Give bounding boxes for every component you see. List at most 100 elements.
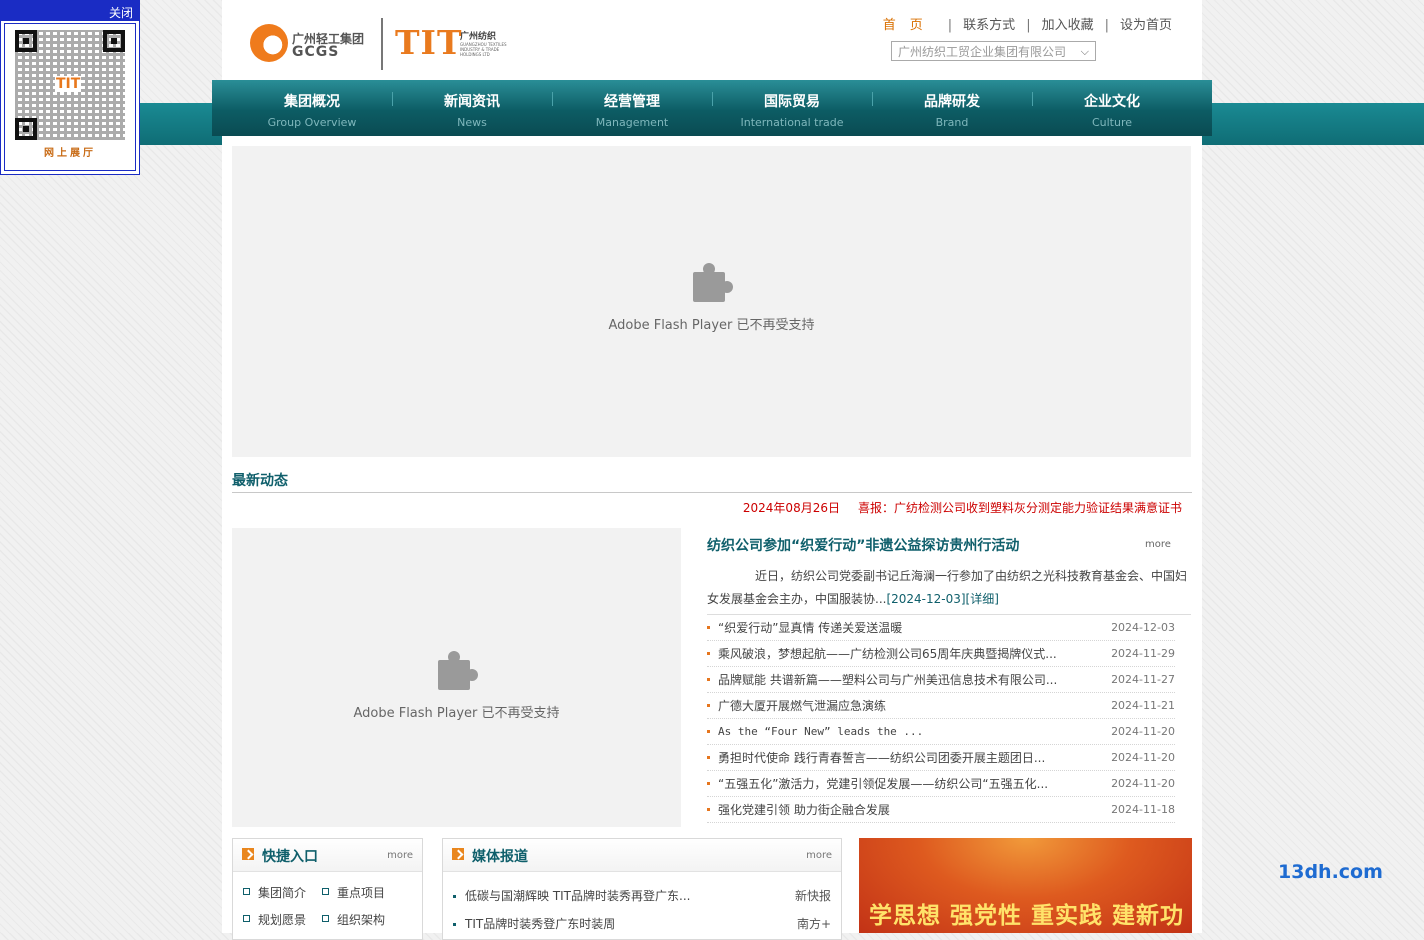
media-item[interactable]: 低碳与国潮辉映 TIT品牌时装秀再登广东... 新快报 bbox=[453, 887, 831, 904]
featured-more-link[interactable]: more bbox=[1145, 539, 1171, 550]
main-flash-banner: Adobe Flash Player 已不再受支持 bbox=[232, 146, 1191, 457]
gcgs-logo[interactable]: 广州轻工集团 GCGS bbox=[250, 24, 368, 66]
nav-item-culture[interactable]: 企业文化 Culture bbox=[1032, 80, 1192, 136]
flash-unsupported-message: Adobe Flash Player 已不再受支持 bbox=[608, 318, 815, 333]
ticker-date: 2024年08月26日 bbox=[742, 501, 840, 515]
chevron-down-icon: ⌵ bbox=[1080, 45, 1089, 58]
quick-entry-more-link[interactable]: more bbox=[387, 850, 413, 861]
news-title: 品牌赋能 共谱新篇——塑料公司与广州美迅信息技术有限公司... bbox=[718, 673, 1058, 687]
nav-item-news[interactable]: 新闻资讯 News bbox=[392, 80, 552, 136]
quick-link-label: 集团简介 bbox=[258, 886, 307, 900]
tit-logo[interactable]: TIT 广州纺织 GUANGZHOU TEXTILES INDUSTRY & T… bbox=[395, 23, 515, 65]
featured-news-title[interactable]: 纺织公司参加“织爱行动”非遗公益探访贵州行活动 bbox=[707, 535, 1019, 555]
latest-news-heading: 最新动态 bbox=[232, 473, 288, 489]
qr-panel-body[interactable]: TIT 网上展厅 bbox=[4, 23, 136, 171]
quick-link-org-structure[interactable]: 组织架构 bbox=[322, 911, 385, 928]
arrow-box-icon bbox=[242, 848, 254, 860]
media-title: TIT品牌时装秀登广东时装周 bbox=[465, 917, 616, 931]
bullet bbox=[453, 895, 456, 898]
quick-entry-title: 快捷入口 bbox=[262, 849, 318, 865]
qr-center-logo: TIT bbox=[55, 76, 82, 92]
media-source: 南方+ bbox=[796, 917, 831, 931]
bullet bbox=[707, 756, 710, 759]
news-title: “五强五化”激活力，党建引领促发展——纺织公司“五强五化... bbox=[718, 777, 1049, 791]
news-list-item[interactable]: 乘风破浪，梦想起航——广纺检测公司65周年庆典暨揭牌仪式... 2024-11-2… bbox=[707, 641, 1175, 667]
banner-slogan: 学思想 强党性 重实践 建新功 bbox=[869, 903, 1185, 929]
flash-unsupported-message: Adobe Flash Player 已不再受支持 bbox=[353, 706, 560, 721]
media-item[interactable]: TIT品牌时装秀登广东时装周 南方+ bbox=[453, 915, 831, 932]
nav-label-en: International trade bbox=[740, 116, 844, 129]
bullet bbox=[707, 652, 710, 655]
favorite-link[interactable]: 加入收藏 bbox=[1042, 18, 1094, 33]
nav-label-en: Management bbox=[595, 116, 669, 129]
news-title: 勇担时代使命 践行青春誓言——纺织公司团委开展主题团日... bbox=[718, 751, 1046, 765]
quick-link-vision[interactable]: 规划愿景 bbox=[243, 911, 306, 928]
media-title: 低碳与国潮辉映 TIT品牌时装秀再登广东... bbox=[465, 889, 691, 903]
online-showroom-caption: 网上展厅 bbox=[44, 148, 96, 159]
main-nav: 集团概况 Group Overview 新闻资讯 News 经营管理 Manag… bbox=[212, 80, 1212, 136]
news-date: 2024-11-20 bbox=[1111, 725, 1175, 738]
media-source: 新快报 bbox=[794, 889, 831, 903]
featured-detail-link[interactable]: [2024-12-03][详细] bbox=[886, 592, 998, 606]
news-date: 2024-11-21 bbox=[1111, 699, 1175, 712]
news-title: 强化党建引领 助力街企融合发展 bbox=[718, 803, 890, 817]
nav-item-group-overview[interactable]: 集团概况 Group Overview bbox=[232, 80, 392, 136]
bullet bbox=[707, 678, 710, 681]
gcgs-logo-en: GCGS bbox=[292, 44, 340, 60]
quick-link-label: 组织架构 bbox=[337, 913, 386, 927]
quick-link-key-projects[interactable]: 重点项目 bbox=[322, 884, 385, 901]
tit-logo-cn: 广州纺织 bbox=[460, 32, 497, 42]
qr-finder bbox=[15, 118, 37, 140]
puzzle-icon bbox=[436, 650, 478, 692]
quick-entry-header: 快捷入口 more bbox=[233, 839, 422, 872]
nav-label-en: Culture bbox=[1091, 116, 1133, 129]
home-link[interactable]: 首页 bbox=[883, 18, 937, 33]
quick-link-label: 重点项目 bbox=[337, 886, 386, 900]
link-separator: | bbox=[1104, 18, 1109, 33]
watermark: 13dh.com bbox=[1278, 861, 1383, 883]
company-select[interactable]: 广州纺织工贸企业集团有限公司 ⌵ bbox=[891, 41, 1096, 61]
square-bullet-icon bbox=[322, 888, 329, 895]
news-list-item[interactable]: 广德大厦开展燃气泄漏应急演练 2024-11-21 bbox=[707, 693, 1175, 719]
party-study-banner[interactable]: 学思想 强党性 重实践 建新功 bbox=[859, 838, 1192, 933]
nav-item-management[interactable]: 经营管理 Management bbox=[552, 80, 712, 136]
qr-finder bbox=[15, 30, 37, 52]
quick-link-company-profile[interactable]: 集团简介 bbox=[243, 884, 306, 901]
news-list-item[interactable]: “五强五化”激活力，党建引领促发展——纺织公司“五强五化... 2024-11-2… bbox=[707, 771, 1175, 797]
gcgs-swirl-icon bbox=[250, 24, 288, 62]
contact-link[interactable]: 联系方式 bbox=[963, 18, 1015, 33]
bullet bbox=[707, 626, 710, 629]
nav-label-cn: 品牌研发 bbox=[924, 94, 980, 110]
arrow-box-icon bbox=[452, 848, 464, 860]
news-list-item[interactable]: “织爱行动”显真情 传递关爱送温暖 2024-12-03 bbox=[707, 615, 1175, 641]
set-homepage-link[interactable]: 设为首页 bbox=[1120, 18, 1172, 33]
bullet bbox=[707, 730, 710, 733]
news-title: 乘风破浪，梦想起航——广纺检测公司65周年庆典暨揭牌仪式... bbox=[718, 647, 1057, 661]
nav-item-brand[interactable]: 品牌研发 Brand bbox=[872, 80, 1032, 136]
news-date: 2024-12-03 bbox=[1111, 621, 1175, 634]
ticker-text: 喜报：广纺检测公司收到塑料灰分测定能力验证结果满意证书 bbox=[857, 501, 1182, 515]
nav-label-en: Group Overview bbox=[267, 116, 357, 129]
news-list-item[interactable]: 品牌赋能 共谱新篇——塑料公司与广州美迅信息技术有限公司... 2024-11-2… bbox=[707, 667, 1175, 693]
news-list-item[interactable]: As the “Four New” leads the ... 2024-11-2… bbox=[707, 719, 1175, 745]
puzzle-icon bbox=[691, 262, 733, 304]
news-title: “织爱行动”显真情 传递关爱送温暖 bbox=[718, 621, 903, 635]
featured-news-summary: 近日，纺织公司党委副书记丘海澜一行参加了由纺织之光科技教育基金会、中国妇女发展基… bbox=[707, 565, 1191, 611]
bullet bbox=[453, 923, 456, 926]
qr-code-image: TIT bbox=[15, 30, 125, 140]
news-flash-slideshow: Adobe Flash Player 已不再受支持 bbox=[232, 528, 681, 827]
logo-divider bbox=[381, 18, 383, 70]
news-ticker[interactable]: 2024年08月26日 喜报：广纺检测公司收到塑料灰分测定能力验证结果满意证书 bbox=[743, 499, 1182, 516]
news-list-item[interactable]: 强化党建引领 助力街企融合发展 2024-11-18 bbox=[707, 797, 1175, 823]
nav-item-international-trade[interactable]: 国际贸易 International trade bbox=[712, 80, 872, 136]
media-reports-title: 媒体报道 bbox=[472, 849, 528, 865]
media-reports-header: 媒体报道 more bbox=[443, 839, 841, 872]
nav-label-cn: 经营管理 bbox=[604, 94, 660, 110]
nav-label-en: Brand bbox=[935, 116, 969, 129]
media-reports-more-link[interactable]: more bbox=[806, 850, 832, 861]
company-select-value: 广州纺织工贸企业集团有限公司 bbox=[898, 45, 1067, 59]
media-reports-box: 媒体报道 more 低碳与国潮辉映 TIT品牌时装秀再登广东... 新快报 TIT… bbox=[442, 838, 842, 940]
qr-close-button[interactable]: 关闭 bbox=[109, 4, 133, 21]
news-list-item[interactable]: 勇担时代使命 践行青春誓言——纺织公司团委开展主题团日... 2024-11-20 bbox=[707, 745, 1175, 771]
page-container: 广州轻工集团 GCGS TIT 广州纺织 GUANGZHOU TEXTILES … bbox=[212, 0, 1212, 940]
